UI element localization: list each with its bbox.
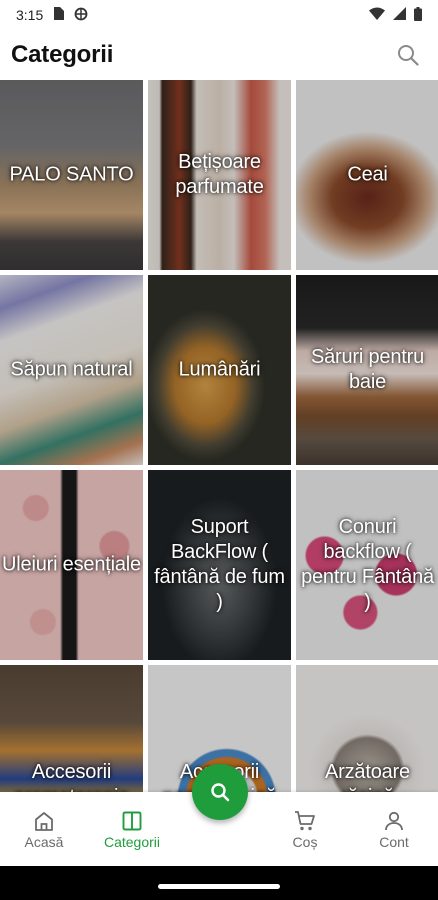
category-tile-backflow-holder[interactable]: Suport BackFlow ( fântână de fum ) <box>148 470 291 660</box>
status-bar: 3:15 <box>0 0 438 30</box>
sim-card-icon <box>53 7 65 23</box>
cart-icon <box>293 808 317 834</box>
category-tile-natural-soap[interactable]: Săpun natural <box>0 275 143 465</box>
category-label: Uleiuri esențiale <box>2 553 141 576</box>
nav-item-cart[interactable]: Coș <box>265 808 345 850</box>
page-title: Categorii <box>11 41 114 68</box>
wifi-icon <box>369 7 385 23</box>
nav-label-account: Cont <box>379 834 409 850</box>
category-label: Săruri pentru baie <box>310 346 424 393</box>
category-tile-essential-oils[interactable]: Uleiuri esențiale <box>0 470 143 660</box>
nav-label-cart: Coș <box>292 834 318 850</box>
search-fab[interactable] <box>192 764 248 820</box>
search-icon <box>398 45 419 66</box>
category-tile-incense-sticks[interactable]: Bețișoare parfumate <box>148 80 291 270</box>
category-label: Lumânări <box>178 358 261 381</box>
home-icon <box>33 808 55 834</box>
categories-icon <box>121 808 143 834</box>
category-label: Bețișoare parfumate <box>175 151 264 198</box>
category-label: Suport BackFlow ( fântână de fum ) <box>154 516 285 613</box>
category-label: Ceai <box>347 163 388 186</box>
search-button[interactable] <box>390 37 426 73</box>
category-label: Accesorii aromaterapie <box>14 761 130 792</box>
category-label: Săpun natural <box>10 358 133 381</box>
nav-item-home[interactable]: Acasă <box>4 808 84 850</box>
account-icon <box>383 808 405 834</box>
status-time: 3:15 <box>16 7 44 23</box>
category-label: PALO SANTO <box>9 163 134 186</box>
category-tile-palo-santo[interactable]: PALO SANTO <box>0 80 143 270</box>
status-right <box>369 6 422 24</box>
category-tile-backflow-cones[interactable]: Conuri backflow ( pentru Fântână ) <box>296 470 438 660</box>
cell-signal-icon <box>393 7 406 23</box>
nav-label-categories: Categorii <box>103 834 161 850</box>
gesture-handle[interactable] <box>158 884 280 889</box>
category-tile-aromatherapy-accessories[interactable]: Accesorii aromaterapie <box>0 665 143 792</box>
category-grid: PALO SANTO Bețișoare parfumate Ceai Săpu… <box>0 80 438 792</box>
app-bar: Categorii <box>0 30 438 80</box>
category-label: Conuri backflow ( pentru Fântână ) <box>301 516 434 613</box>
battery-icon <box>414 6 422 24</box>
category-label: Arzătoare rășină <box>325 761 410 792</box>
status-left: 3:15 <box>16 7 88 24</box>
category-tile-resin-burners[interactable]: Arzătoare rășină <box>296 665 438 792</box>
category-tile-tea[interactable]: Ceai <box>296 80 438 270</box>
search-icon <box>211 783 230 802</box>
vpn-icon <box>74 7 88 24</box>
category-tile-bath-salts[interactable]: Săruri pentru baie <box>296 275 438 465</box>
category-tile-candles[interactable]: Lumânări <box>148 275 291 465</box>
nav-item-account[interactable]: Cont <box>354 808 434 850</box>
nav-item-categories[interactable]: Categorii <box>92 808 172 850</box>
nav-label-home: Acasă <box>24 834 64 850</box>
system-navigation-area <box>0 866 438 900</box>
